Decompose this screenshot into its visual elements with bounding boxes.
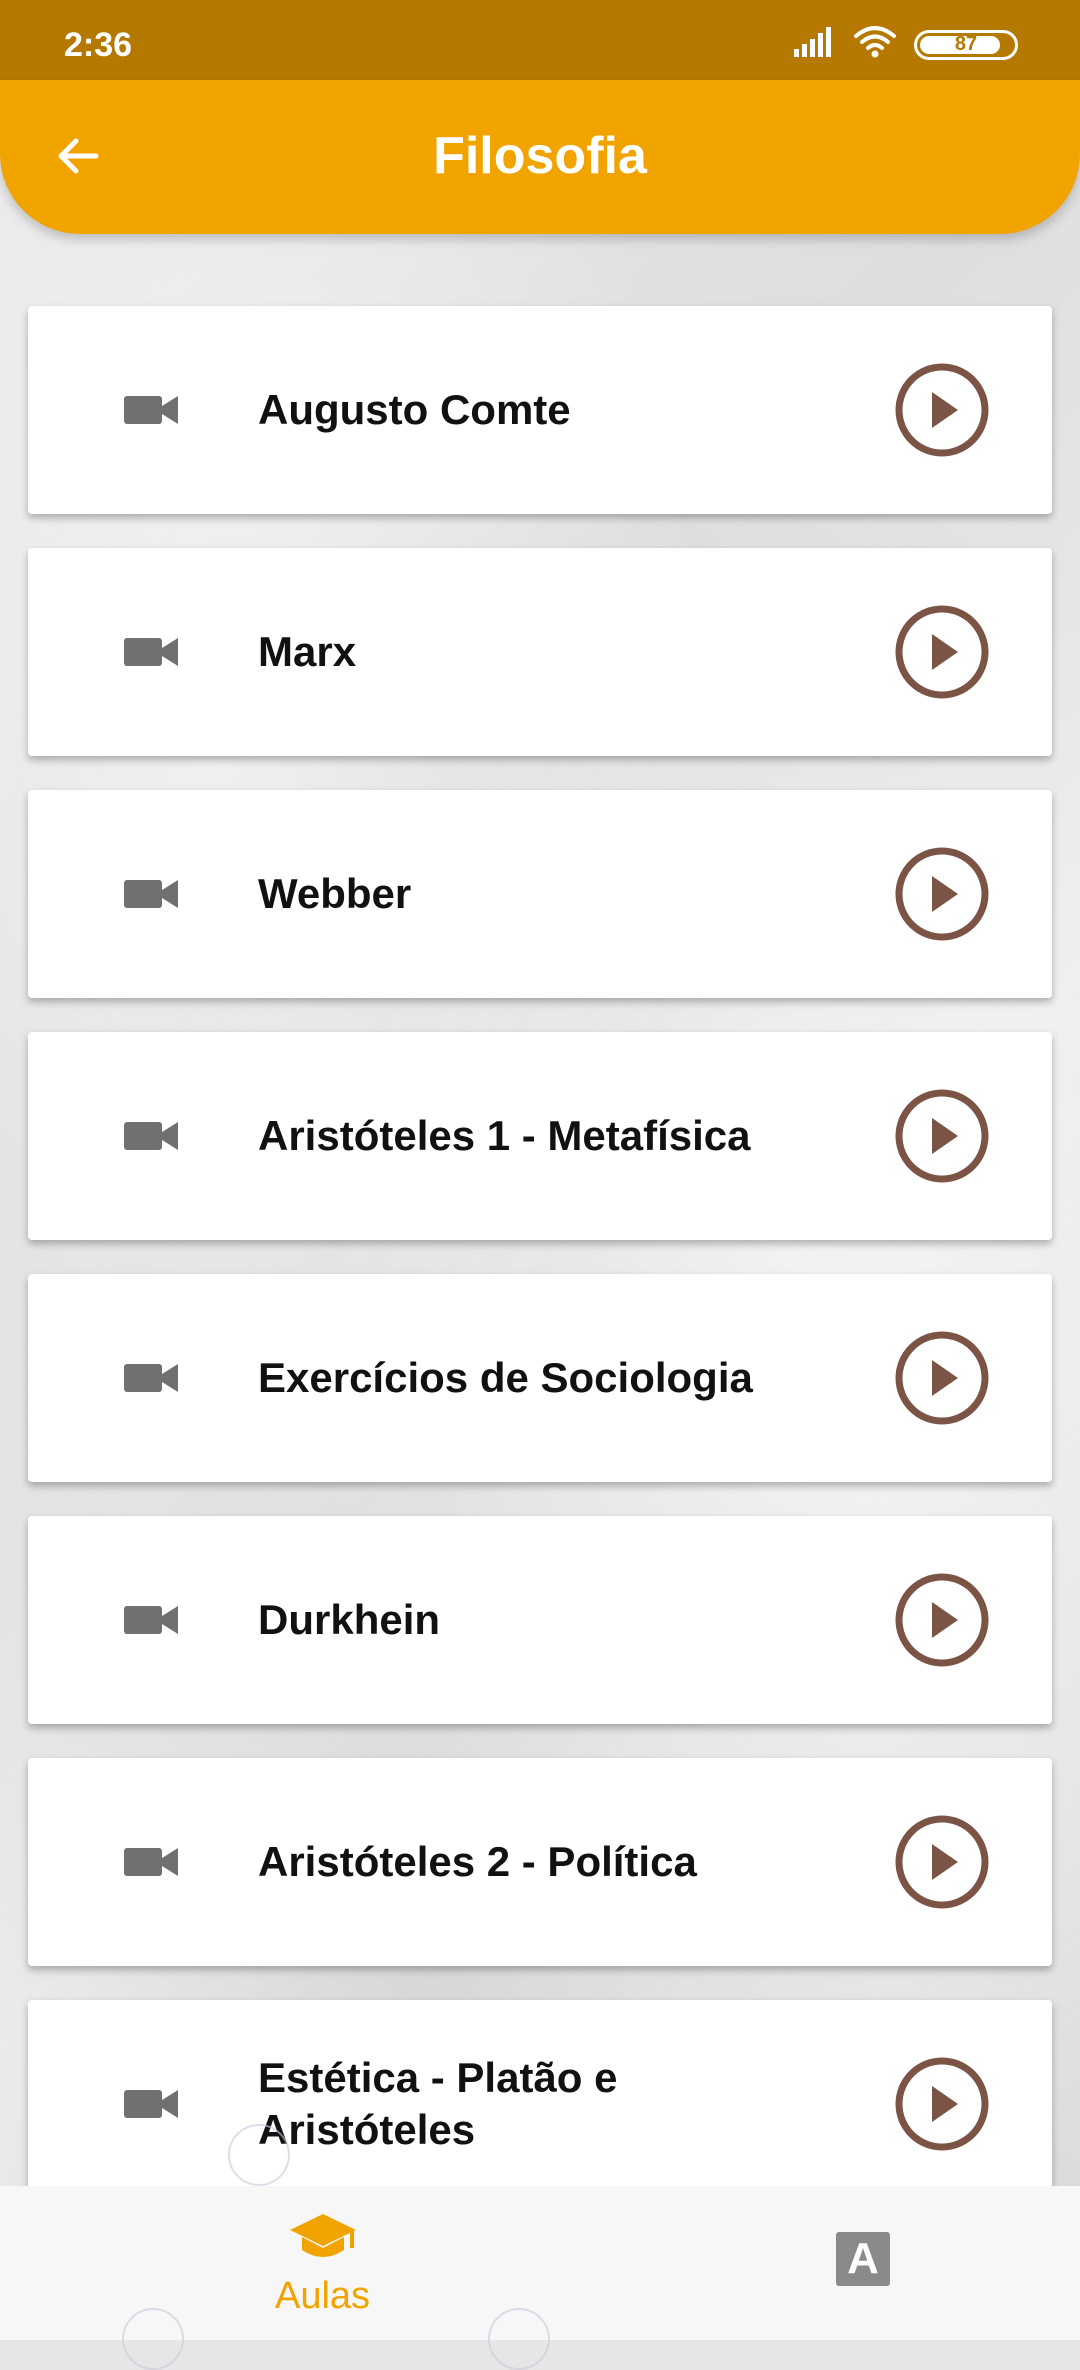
signal-icon: [794, 27, 836, 62]
video-camera-icon: [124, 1848, 178, 1876]
lesson-card[interactable]: Durkhein: [28, 1516, 1052, 1724]
video-camera-icon: [124, 2090, 178, 2118]
play-circle-icon[interactable]: [894, 846, 990, 942]
video-camera-icon: [124, 1364, 178, 1392]
play-circle-icon[interactable]: [894, 1330, 990, 1426]
lesson-card[interactable]: Augusto Comte: [28, 306, 1052, 514]
video-camera-icon: [124, 396, 178, 424]
nav-item-font-icon[interactable]: A: [836, 2232, 890, 2286]
touch-ghost-circle: [488, 2308, 550, 2370]
play-circle-icon[interactable]: [894, 1088, 990, 1184]
lesson-card[interactable]: Aristóteles 2 - Política: [28, 1758, 1052, 1966]
status-time: 2:36: [64, 26, 133, 64]
battery-level: 87: [954, 33, 978, 55]
lesson-title: Durkhein: [258, 1596, 441, 1643]
lesson-title: Exercícios de Sociologia: [258, 1354, 753, 1401]
video-camera-icon: [124, 880, 178, 908]
lesson-title: Estética - Platão e Aristóteles: [258, 2054, 618, 2153]
play-circle-icon[interactable]: [894, 1814, 990, 1910]
status-icons: 87: [794, 26, 1018, 63]
lesson-title: Webber: [258, 870, 412, 917]
lesson-card[interactable]: Exercícios de Sociologia: [28, 1274, 1052, 1482]
lesson-card[interactable]: Estética - Platão e Aristóteles: [28, 2000, 1052, 2208]
play-circle-icon[interactable]: [894, 604, 990, 700]
nav-item-aulas[interactable]: Aulas: [255, 2210, 390, 2318]
video-camera-icon: [124, 1122, 178, 1150]
video-camera-icon: [124, 1606, 178, 1634]
graduation-cap-icon: [289, 2214, 356, 2257]
lesson-title: Aristóteles 2 - Política: [258, 1838, 697, 1885]
lesson-list: Augusto Comte Marx Webber Aristóteles 1 …: [28, 306, 1052, 2242]
status-bar: 2:36 87: [0, 0, 1080, 80]
lesson-card[interactable]: Webber: [28, 790, 1052, 998]
play-circle-icon[interactable]: [894, 1572, 990, 1668]
font-a-icon: A: [847, 2234, 879, 2283]
lesson-card[interactable]: Marx: [28, 548, 1052, 756]
wifi-icon: [854, 26, 896, 63]
video-camera-icon: [124, 638, 178, 666]
page-title: Filosofia: [433, 127, 647, 185]
lesson-title: Marx: [258, 628, 357, 675]
play-circle-icon[interactable]: [894, 2056, 990, 2152]
lesson-title: Augusto Comte: [258, 386, 571, 433]
nav-label-aulas: Aulas: [274, 2275, 371, 2317]
lesson-card[interactable]: Aristóteles 1 - Metafísica: [28, 1032, 1052, 1240]
play-circle-icon[interactable]: [894, 362, 990, 458]
battery-icon: 87: [914, 29, 1018, 60]
app-bar: Filosofia: [0, 80, 1080, 234]
touch-ghost-circle: [228, 2124, 290, 2186]
lesson-title: Aristóteles 1 - Metafísica: [258, 1112, 751, 1159]
touch-ghost-circle: [122, 2308, 184, 2370]
